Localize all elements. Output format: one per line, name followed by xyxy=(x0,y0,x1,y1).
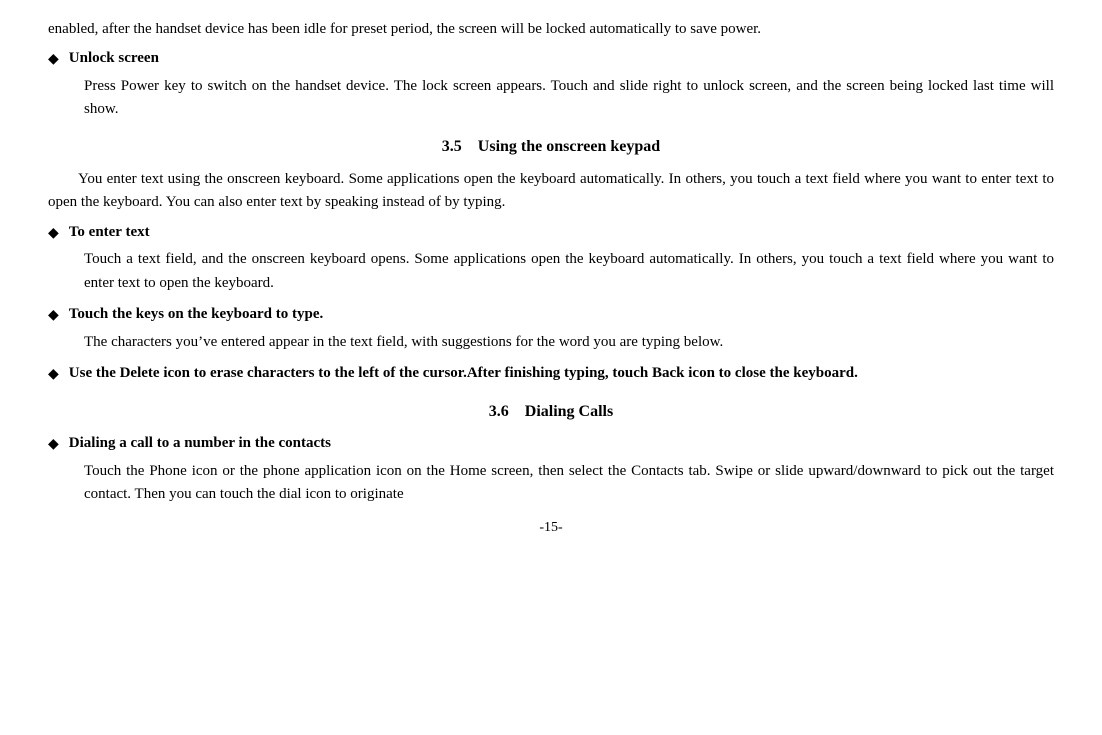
delete-icon-title: Use the Delete icon to erase characters … xyxy=(69,365,858,381)
diamond-icon: ◆ xyxy=(48,49,59,71)
touch-keys-title: Touch the keys on the keyboard to type. xyxy=(69,306,323,322)
diamond-icon-4: ◆ xyxy=(48,364,59,386)
touch-keys-body: The characters you’ve entered appear in … xyxy=(84,331,1054,354)
section-3-5-number: 3.5 xyxy=(442,138,462,155)
bullet-touch-keys: ◆ Touch the keys on the keyboard to type… xyxy=(48,303,1054,354)
page-number: -15- xyxy=(48,517,1054,539)
onscreen-keypad-intro: You enter text using the onscreen keyboa… xyxy=(48,168,1054,215)
to-enter-text-body: Touch a text field, and the onscreen key… xyxy=(84,248,1054,295)
bullet-to-enter-text: ◆ To enter text Touch a text field, and … xyxy=(48,221,1054,295)
dialing-contacts-title: Dialing a call to a number in the contac… xyxy=(69,435,331,451)
section-3-6-label: Dialing Calls xyxy=(525,403,613,420)
section-3-5-heading: 3.5 Using the onscreen keypad xyxy=(48,135,1054,160)
unlock-screen-title: Unlock screen xyxy=(69,50,159,66)
section-3-6-number: 3.6 xyxy=(489,403,509,420)
section-3-6-heading: 3.6 Dialing Calls xyxy=(48,400,1054,425)
bullet-unlock-screen: ◆ Unlock screen Press Power key to switc… xyxy=(48,47,1054,121)
diamond-icon-5: ◆ xyxy=(48,434,59,456)
bullet-delete-icon: ◆ Use the Delete icon to erase character… xyxy=(48,362,1054,386)
unlock-screen-body: Press Power key to switch on the handset… xyxy=(84,75,1054,122)
diamond-icon-2: ◆ xyxy=(48,223,59,245)
to-enter-text-title: To enter text xyxy=(69,224,150,240)
diamond-icon-3: ◆ xyxy=(48,305,59,327)
bullet-dialing-contacts: ◆ Dialing a call to a number in the cont… xyxy=(48,432,1054,506)
dialing-contacts-body: Touch the Phone icon or the phone applic… xyxy=(84,460,1054,507)
intro-paragraph: enabled, after the handset device has be… xyxy=(48,18,1054,41)
section-3-5-label: Using the onscreen keypad xyxy=(478,138,660,155)
